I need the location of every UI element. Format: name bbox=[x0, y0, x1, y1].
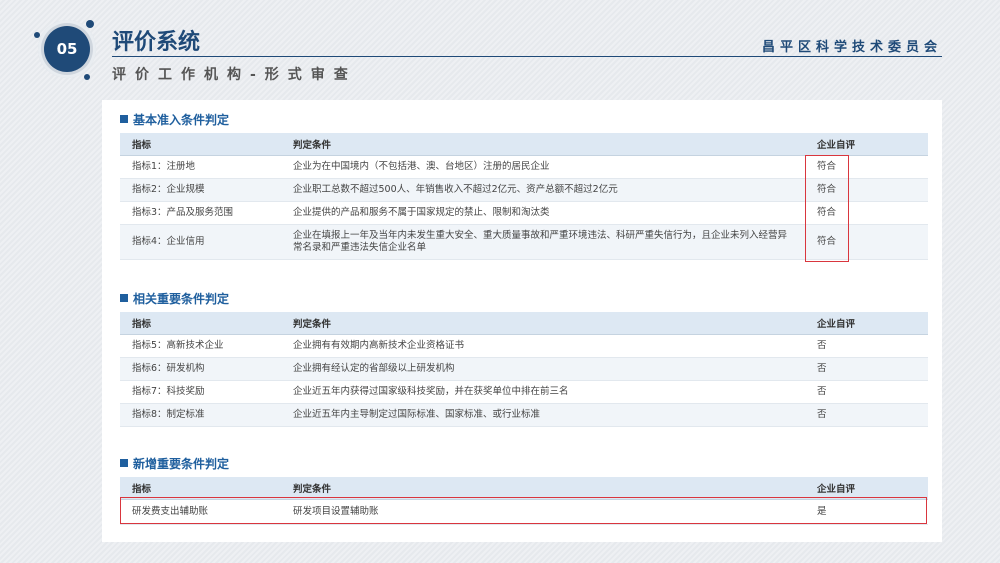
self-assessment-cell: 否 bbox=[805, 334, 928, 358]
column-header: 企业自评 bbox=[805, 312, 928, 335]
self-assessment-cell: 符合 bbox=[805, 224, 928, 260]
indicator-cell: 指标8：制定标准 bbox=[120, 403, 281, 427]
indicator-cell: 指标2：企业规模 bbox=[120, 178, 281, 202]
table-row: 指标3：产品及服务范围 企业提供的产品和服务不属于国家规定的禁止、限制和淘汰类 … bbox=[120, 201, 928, 225]
decor-dot bbox=[34, 32, 40, 38]
indicator-cell: 指标1：注册地 bbox=[120, 155, 281, 179]
self-assessment-cell: 符合 bbox=[805, 201, 928, 225]
condition-cell: 企业拥有有效期内高新技术企业资格证书 bbox=[281, 334, 805, 358]
page-subtitle: 评价工作机构-形式审查 bbox=[112, 67, 357, 83]
condition-cell: 企业近五年内主导制定过国际标准、国家标准、或行业标准 bbox=[281, 403, 805, 427]
condition-cell: 企业提供的产品和服务不属于国家规定的禁止、限制和淘汰类 bbox=[281, 201, 805, 225]
square-bullet-icon bbox=[120, 115, 128, 123]
organization-name: 昌平区科学技术委员会 bbox=[761, 40, 942, 55]
column-header: 指标 bbox=[120, 312, 281, 335]
column-header: 指标 bbox=[120, 133, 281, 156]
table-row: 指标5：高新技术企业 企业拥有有效期内高新技术企业资格证书 否 bbox=[120, 334, 928, 358]
table-row: 指标8：制定标准 企业近五年内主导制定过国际标准、国家标准、或行业标准 否 bbox=[120, 403, 928, 427]
condition-cell: 企业在填报上一年及当年内未发生重大安全、重大质量事故和严重环境违法、科研严重失信… bbox=[281, 224, 805, 260]
self-assessment-cell: 符合 bbox=[805, 178, 928, 202]
section-title-text: 相关重要条件判定 bbox=[133, 292, 230, 306]
table-header-row: 指标 判定条件 企业自评 bbox=[120, 477, 928, 500]
table-header-row: 指标 判定条件 企业自评 bbox=[120, 133, 928, 156]
section-title-related: 相关重要条件判定 bbox=[120, 290, 229, 307]
condition-cell: 企业职工总数不超过500人、年销售收入不超过2亿元、资产总额不超过2亿元 bbox=[281, 178, 805, 202]
self-assessment-cell: 符合 bbox=[805, 155, 928, 179]
column-header: 判定条件 bbox=[281, 312, 805, 335]
table-row: 指标7：科技奖励 企业近五年内获得过国家级科技奖励，并在获奖单位中排在前三名 否 bbox=[120, 380, 928, 404]
self-assessment-cell: 否 bbox=[805, 403, 928, 427]
self-assessment-cell: 是 bbox=[805, 499, 928, 525]
table-row: 指标6：研发机构 企业拥有经认定的省部级以上研发机构 否 bbox=[120, 357, 928, 381]
table-row: 指标4：企业信用 企业在填报上一年及当年内未发生重大安全、重大质量事故和严重环境… bbox=[120, 224, 928, 260]
section-title-basic: 基本准入条件判定 bbox=[120, 111, 229, 128]
section-title-new: 新增重要条件判定 bbox=[120, 455, 229, 472]
section-number-badge: 05 bbox=[44, 26, 90, 72]
table-basic-conditions: 指标 判定条件 企业自评 指标1：注册地 企业为在中国境内（不包括港、澳、台地区… bbox=[120, 133, 928, 260]
indicator-cell: 指标6：研发机构 bbox=[120, 357, 281, 381]
condition-cell: 企业拥有经认定的省部级以上研发机构 bbox=[281, 357, 805, 381]
self-assessment-cell: 否 bbox=[805, 357, 928, 381]
indicator-cell: 指标7：科技奖励 bbox=[120, 380, 281, 404]
indicator-cell: 研发费支出辅助账 bbox=[120, 499, 281, 525]
page-title: 评价系统 bbox=[112, 30, 201, 55]
table-related-conditions: 指标 判定条件 企业自评 指标5：高新技术企业 企业拥有有效期内高新技术企业资格… bbox=[120, 312, 928, 427]
section-title-text: 基本准入条件判定 bbox=[133, 113, 230, 127]
table-header-row: 指标 判定条件 企业自评 bbox=[120, 312, 928, 335]
column-header: 指标 bbox=[120, 477, 281, 500]
indicator-cell: 指标4：企业信用 bbox=[120, 224, 281, 260]
decor-dot bbox=[84, 74, 90, 80]
indicator-cell: 指标3：产品及服务范围 bbox=[120, 201, 281, 225]
column-header: 企业自评 bbox=[805, 133, 928, 156]
table-row: 指标2：企业规模 企业职工总数不超过500人、年销售收入不超过2亿元、资产总额不… bbox=[120, 178, 928, 202]
condition-cell: 企业近五年内获得过国家级科技奖励，并在获奖单位中排在前三名 bbox=[281, 380, 805, 404]
table-row: 指标1：注册地 企业为在中国境内（不包括港、澳、台地区）注册的居民企业 符合 bbox=[120, 155, 928, 179]
section-title-text: 新增重要条件判定 bbox=[133, 457, 230, 471]
column-header: 判定条件 bbox=[281, 477, 805, 500]
header-divider bbox=[112, 56, 942, 57]
square-bullet-icon bbox=[120, 294, 128, 302]
table-row: 研发费支出辅助账 研发项目设置辅助账 是 bbox=[120, 499, 928, 525]
self-assessment-cell: 否 bbox=[805, 380, 928, 404]
column-header: 判定条件 bbox=[281, 133, 805, 156]
indicator-cell: 指标5：高新技术企业 bbox=[120, 334, 281, 358]
table-new-conditions: 指标 判定条件 企业自评 研发费支出辅助账 研发项目设置辅助账 是 bbox=[120, 477, 928, 525]
condition-cell: 企业为在中国境内（不包括港、澳、台地区）注册的居民企业 bbox=[281, 155, 805, 179]
condition-cell: 研发项目设置辅助账 bbox=[281, 499, 805, 525]
decor-dot bbox=[86, 20, 94, 28]
square-bullet-icon bbox=[120, 459, 128, 467]
column-header: 企业自评 bbox=[805, 477, 928, 500]
